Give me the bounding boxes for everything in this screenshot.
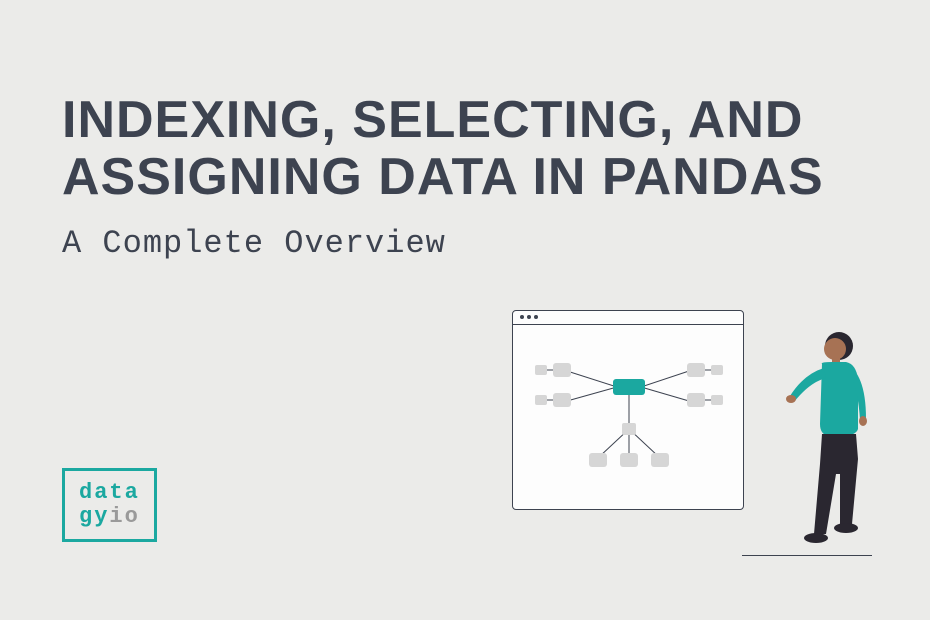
network-diagram-icon <box>531 339 727 494</box>
logo-gy: gy <box>79 504 109 529</box>
browser-window-icon <box>512 310 744 510</box>
person-icon <box>784 324 882 554</box>
page-title: INDEXING, SELECTING, AND ASSIGNING DATA … <box>62 92 930 206</box>
brand-logo: data gyio <box>62 468 157 542</box>
browser-dots <box>520 315 538 319</box>
hero-illustration <box>512 290 882 560</box>
browser-titlebar <box>513 311 743 325</box>
logo-text-line1: data <box>79 481 140 505</box>
ground-line <box>742 555 872 557</box>
logo-io: io <box>109 504 139 529</box>
logo-text-line2: gyio <box>79 505 140 529</box>
page-subtitle: A Complete Overview <box>62 225 446 262</box>
